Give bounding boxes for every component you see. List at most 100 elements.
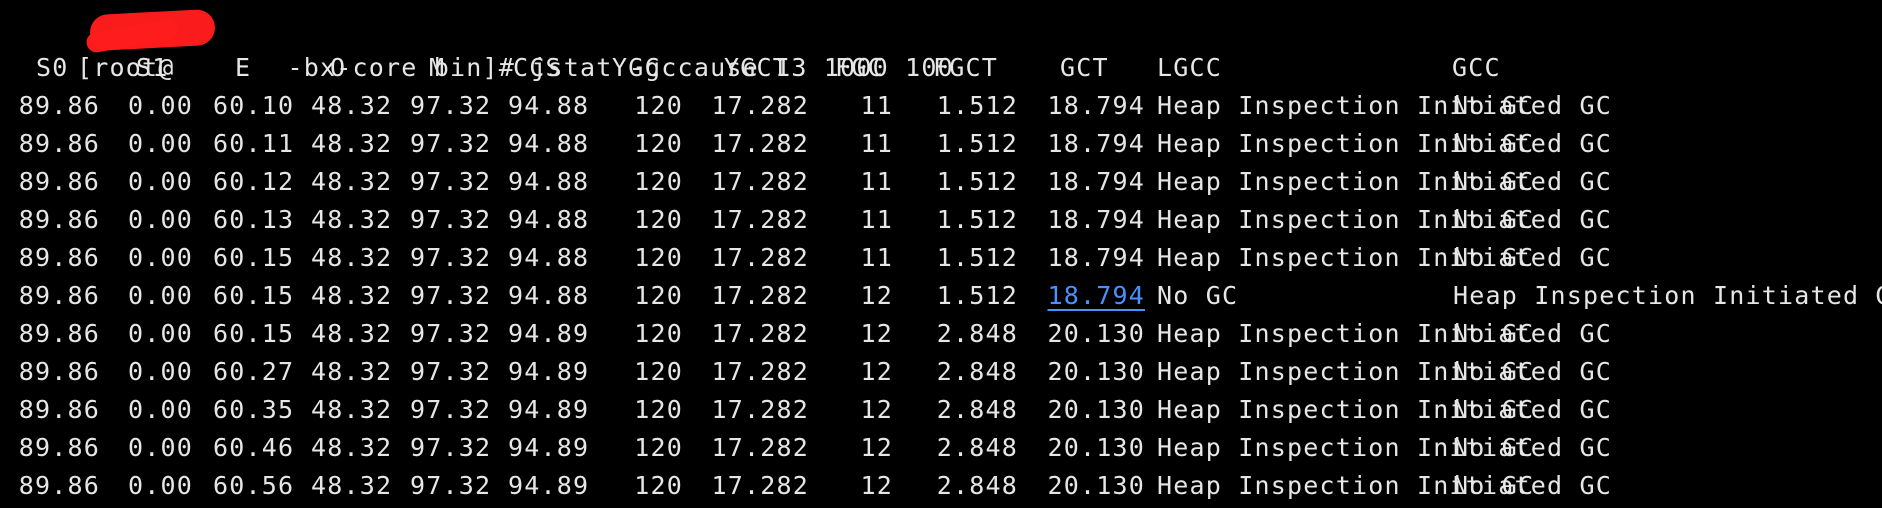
cell-lgcc: Heap Inspection Initiated GC (1157, 167, 1613, 196)
cell-ygc: 120 (634, 243, 683, 272)
cell-gct: 18.794 (1047, 243, 1145, 272)
cell-ccs: 94.89 (508, 319, 590, 348)
cell-fgc: 12 (860, 319, 893, 348)
cell-fgc: 12 (860, 357, 893, 386)
cell-s1: 0.00 (127, 205, 193, 234)
header-ccs: CCS (513, 53, 562, 82)
table-row: 89.86 0.00 60.13 48.32 97.32 94.88 120 1… (0, 201, 1882, 239)
header-fgct: FGCT (933, 53, 999, 82)
table-row: 89.86 0.00 60.11 48.32 97.32 94.88 120 1… (0, 125, 1882, 163)
cell-gcc: No GC (1453, 167, 1535, 196)
header-gcc: GCC (1452, 53, 1501, 82)
cell-o: 48.32 (311, 243, 393, 272)
cell-o: 48.32 (311, 167, 393, 196)
cell-s0: 89.86 (18, 281, 100, 310)
cell-fgc: 11 (860, 205, 893, 234)
cell-e: 60.13 (213, 205, 295, 234)
cell-s0: 89.86 (18, 243, 100, 272)
cell-s0: 89.86 (18, 167, 100, 196)
cell-o: 48.32 (311, 395, 393, 424)
cell-m: 97.32 (410, 471, 492, 500)
cell-ygct: 17.282 (711, 91, 809, 120)
cell-ygc: 120 (634, 433, 683, 462)
cell-ygc: 120 (634, 357, 683, 386)
cell-ygct: 17.282 (711, 243, 809, 272)
cell-e: 60.10 (213, 91, 295, 120)
cell-lgcc: Heap Inspection Initiated GC (1157, 129, 1613, 158)
cell-fgc: 12 (860, 471, 893, 500)
cell-s1: 0.00 (127, 471, 193, 500)
cell-m: 97.32 (410, 243, 492, 272)
cell-e: 60.12 (213, 167, 295, 196)
cell-m: 97.32 (410, 205, 492, 234)
cell-e: 60.35 (213, 395, 295, 424)
cell-gct: 20.130 (1047, 357, 1145, 386)
cell-gcc: No GC (1453, 91, 1535, 120)
cell-e: 60.46 (213, 433, 295, 462)
table-row: 89.86 0.00 60.35 48.32 97.32 94.89 120 1… (0, 391, 1882, 429)
cell-lgcc: Heap Inspection Initiated GC (1157, 91, 1613, 120)
selected-gct-link[interactable]: 18.794 (1045, 277, 1145, 315)
cell-s1: 0.00 (127, 281, 193, 310)
cell-fgc: 12 (860, 433, 893, 462)
header-ygc: YGC (612, 53, 661, 82)
cell-o: 48.32 (311, 433, 393, 462)
cell-ygc: 120 (634, 471, 683, 500)
cell-e: 60.15 (213, 243, 295, 272)
header-o: O (330, 53, 347, 82)
cell-m: 97.32 (410, 91, 492, 120)
table-row: 89.86 0.00 60.10 48.32 97.32 94.88 120 1… (0, 87, 1882, 125)
table-row: 89.86 0.00 60.56 48.32 97.32 94.89 120 1… (0, 467, 1882, 505)
cell-ygct: 17.282 (711, 319, 809, 348)
cell-ygct: 17.282 (711, 281, 809, 310)
header-gct: GCT (1060, 53, 1109, 82)
cell-e: 60.15 (213, 319, 295, 348)
cell-ccs: 94.88 (508, 205, 590, 234)
cell-m: 97.32 (410, 433, 492, 462)
cell-fgct: 1.512 (936, 281, 1018, 310)
cell-lgcc: Heap Inspection Initiated GC (1157, 243, 1613, 272)
cell-s0: 89.86 (18, 319, 100, 348)
cell-ygc: 120 (634, 319, 683, 348)
cell-fgct: 2.848 (936, 471, 1018, 500)
cell-lgcc: Heap Inspection Initiated GC (1157, 357, 1613, 386)
cell-ccs: 94.88 (508, 243, 590, 272)
cell-ygct: 17.282 (711, 357, 809, 386)
shell-prompt-line: [root@ -bx-core bin]# jstat -gccause 13 1… (12, 11, 954, 82)
cell-m: 97.32 (410, 281, 492, 310)
cell-fgc: 12 (860, 395, 893, 424)
cell-s1: 0.00 (127, 167, 193, 196)
cell-gcc: No GC (1453, 395, 1535, 424)
cell-fgct: 2.848 (936, 357, 1018, 386)
cell-gcc: No GC (1453, 205, 1535, 234)
cell-e: 60.15 (213, 281, 295, 310)
cell-o: 48.32 (311, 471, 393, 500)
cell-fgct: 1.512 (936, 129, 1018, 158)
cell-lgcc: Heap Inspection Initiated GC (1157, 471, 1613, 500)
cell-ygc: 120 (634, 281, 683, 310)
terminal-window[interactable]: . . . . . . . . . . . . . . . . . . . . … (0, 0, 1882, 508)
cell-gct: 18.794 (1047, 129, 1145, 158)
cell-gcc: No GC (1453, 433, 1535, 462)
table-row: 89.86 0.00 60.15 48.32 97.32 94.89 120 1… (0, 315, 1882, 353)
cell-ccs: 94.88 (508, 91, 590, 120)
table-row: 89.86 0.00 60.15 48.32 97.32 94.88 120 1… (0, 277, 1882, 315)
cell-gcc: No GC (1453, 319, 1535, 348)
cell-s0: 89.86 (18, 129, 100, 158)
cell-ccs: 94.89 (508, 357, 590, 386)
cell-m: 97.32 (410, 167, 492, 196)
table-row: 89.86 0.00 60.15 48.32 97.32 94.88 120 1… (0, 239, 1882, 277)
cell-fgct: 2.848 (936, 395, 1018, 424)
cell-e: 60.56 (213, 471, 295, 500)
cell-gcc: No GC (1453, 129, 1535, 158)
cell-gct: 18.794 (1047, 205, 1145, 234)
cell-o: 48.32 (311, 129, 393, 158)
header-lgcc: LGCC (1157, 53, 1223, 82)
cell-o: 48.32 (311, 357, 393, 386)
cell-ccs: 94.88 (508, 281, 590, 310)
header-s0: S0 (36, 53, 69, 82)
cell-gcc: Heap Inspection Initiated GC (1453, 281, 1882, 310)
cell-o: 48.32 (311, 91, 393, 120)
cell-e: 60.11 (213, 129, 295, 158)
table-row: 89.86 0.00 60.12 48.32 97.32 94.88 120 1… (0, 163, 1882, 201)
